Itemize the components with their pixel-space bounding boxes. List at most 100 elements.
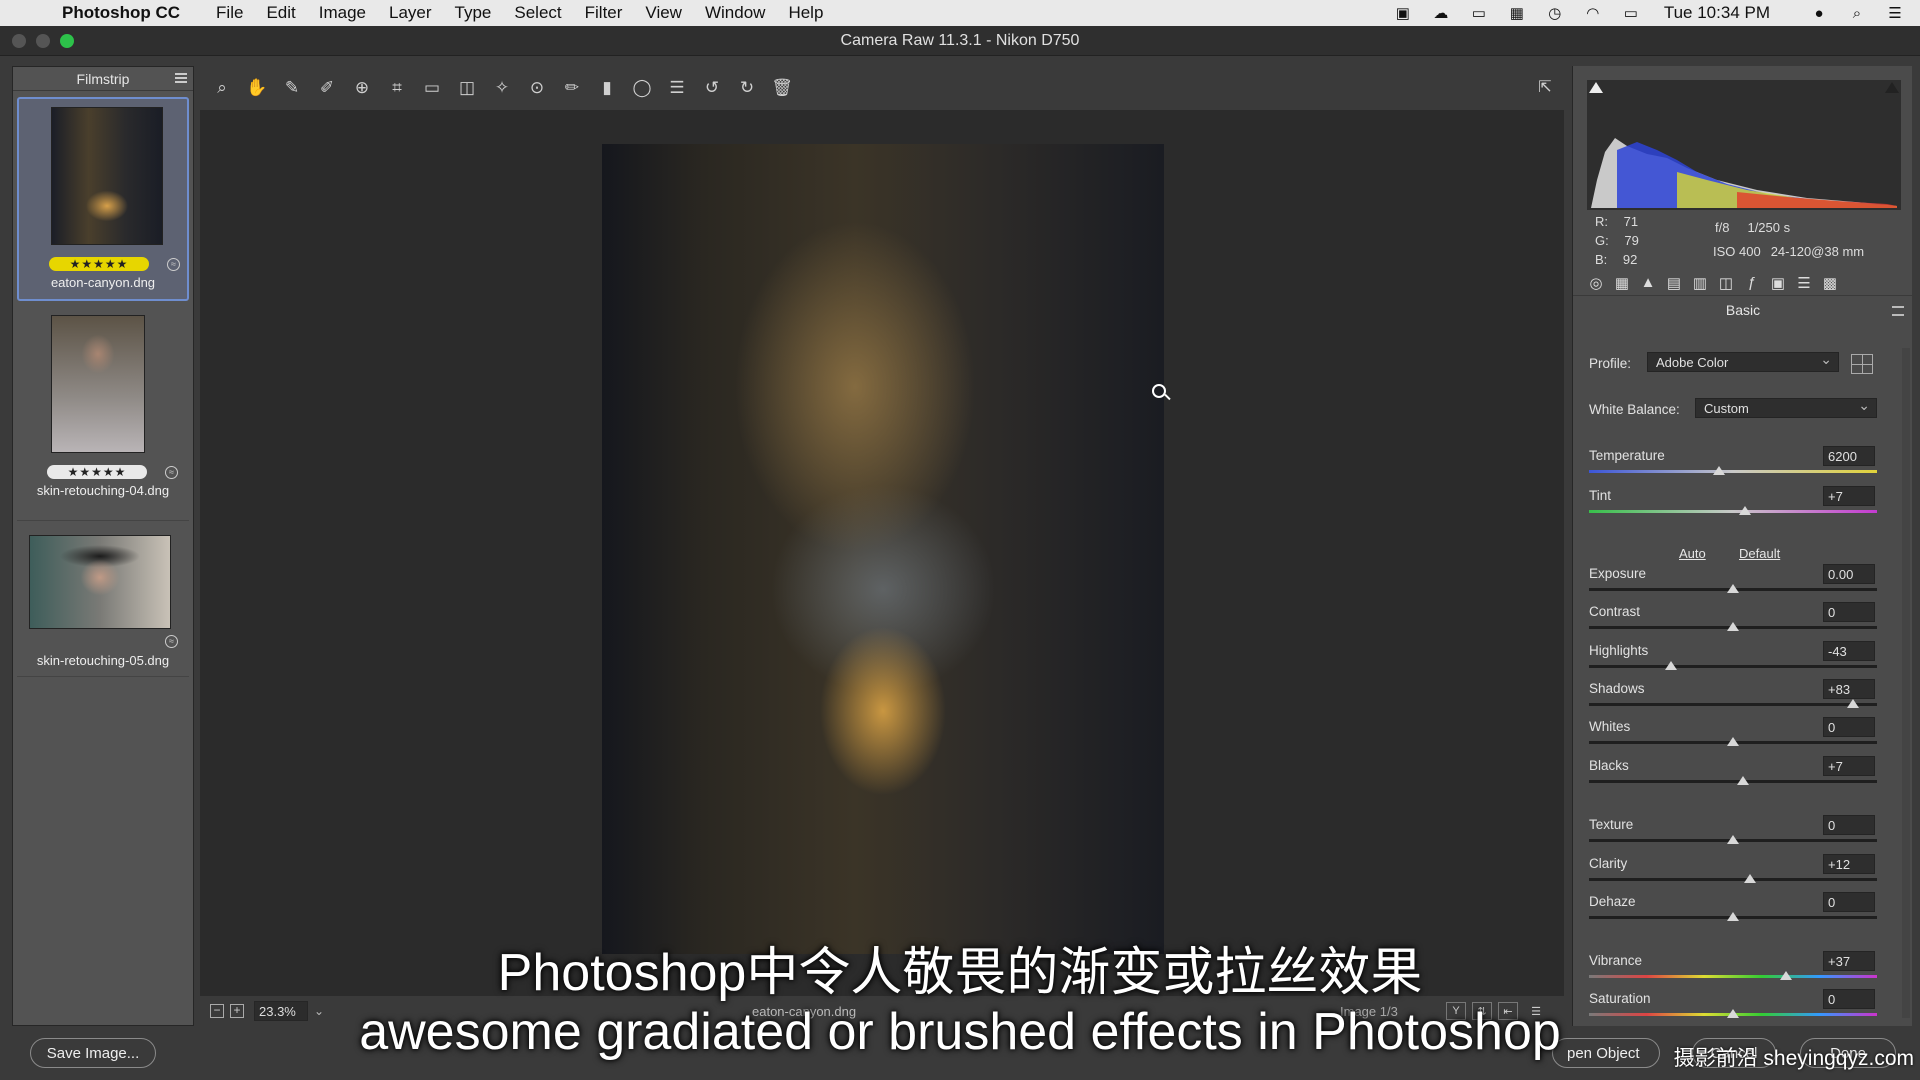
contrast-slider-thumb[interactable]: [1727, 622, 1739, 631]
shadows-value-field[interactable]: +83: [1823, 679, 1875, 699]
menu-select[interactable]: Select: [514, 3, 561, 23]
exposure-slider-thumb[interactable]: [1727, 584, 1739, 593]
default-link[interactable]: Default: [1739, 546, 1780, 561]
wifi-icon[interactable]: ◠: [1582, 4, 1604, 22]
dehaze-value-field[interactable]: 0: [1823, 892, 1875, 912]
clarity-slider-thumb[interactable]: [1744, 874, 1757, 883]
shadows-slider-track[interactable]: [1589, 703, 1877, 706]
profile-browser-icon[interactable]: [1851, 354, 1873, 374]
clarity-value-field[interactable]: +12: [1823, 854, 1875, 874]
time-machine-icon[interactable]: ◷: [1544, 4, 1566, 22]
trash-icon[interactable]: 🗑: [768, 74, 796, 102]
highlights-slider-track[interactable]: [1589, 665, 1877, 668]
photo-preview[interactable]: [602, 144, 1164, 954]
menu-edit[interactable]: Edit: [266, 3, 295, 23]
spotlight-search-icon[interactable]: ⌕: [1846, 4, 1868, 22]
radial-filter-icon[interactable]: ◯: [628, 74, 656, 102]
temperature-slider-thumb[interactable]: [1712, 466, 1725, 475]
red-eye-tool-icon[interactable]: ⊙: [523, 74, 551, 102]
exposure-value-field[interactable]: 0.00: [1823, 564, 1875, 584]
iso-value: ISO 400: [1713, 244, 1761, 259]
whites-slider-thumb[interactable]: [1727, 737, 1739, 746]
transform-tool-icon[interactable]: ◫: [453, 74, 481, 102]
menu-window[interactable]: Window: [705, 3, 765, 23]
highlights-value-field[interactable]: -43: [1823, 641, 1875, 661]
white-balance-tool-icon[interactable]: ✎: [278, 74, 306, 102]
menu-view[interactable]: View: [645, 3, 682, 23]
panel-scrollbar[interactable]: [1902, 348, 1910, 1018]
menu-layer[interactable]: Layer: [389, 3, 432, 23]
apple-icon[interactable]: [24, 2, 46, 24]
tint-slider-thumb[interactable]: [1738, 506, 1751, 515]
crop-tool-icon[interactable]: ⌗: [383, 74, 411, 102]
preferences-icon[interactable]: ☰: [663, 74, 691, 102]
creative-cloud-icon[interactable]: ☁: [1430, 4, 1452, 22]
menu-file[interactable]: File: [216, 3, 243, 23]
rotate-cw-icon[interactable]: ↻: [733, 74, 761, 102]
texture-slider-thumb[interactable]: [1727, 835, 1739, 844]
white-balance-dropdown[interactable]: Custom: [1695, 397, 1877, 418]
color-sampler-tool-icon[interactable]: ✐: [313, 74, 341, 102]
star-rating[interactable]: ★★★★★: [49, 257, 149, 271]
auto-link[interactable]: Auto: [1679, 546, 1706, 561]
temperature-slider-track[interactable]: [1589, 470, 1877, 473]
lens-corrections-tab-icon[interactable]: ◫: [1715, 273, 1737, 293]
edited-badge-icon: ≈: [165, 466, 178, 479]
blacks-slider-track[interactable]: [1589, 780, 1877, 783]
tint-value-field[interactable]: +7: [1823, 486, 1875, 506]
battery-icon[interactable]: ▭: [1468, 4, 1490, 22]
basic-tab-icon[interactable]: ◎: [1585, 273, 1607, 293]
menu-app-name[interactable]: Photoshop CC: [62, 3, 180, 23]
zoom-tool-icon[interactable]: ⌕: [208, 74, 236, 102]
spot-removal-tool-icon[interactable]: ✧: [488, 74, 516, 102]
zoom-window-button[interactable]: [60, 34, 74, 48]
whites-value-field[interactable]: 0: [1823, 717, 1875, 737]
blacks-slider-thumb[interactable]: [1737, 776, 1750, 785]
tint-slider-track[interactable]: [1589, 510, 1877, 513]
notification-center-icon[interactable]: ☰: [1884, 4, 1906, 22]
tone-curve-tab-icon[interactable]: ▦: [1611, 273, 1633, 293]
filmstrip-item[interactable]: ≈ skin-retouching-05.dng: [17, 527, 189, 677]
profile-dropdown[interactable]: Adobe Color: [1647, 351, 1839, 372]
menu-filter[interactable]: Filter: [585, 3, 623, 23]
graduated-filter-icon[interactable]: ▮: [593, 74, 621, 102]
calibration-tab-icon[interactable]: ▣: [1767, 273, 1789, 293]
panel-menu-icon[interactable]: [1892, 306, 1904, 316]
filmstrip-menu-icon[interactable]: [175, 73, 187, 83]
menu-type[interactable]: Type: [455, 3, 492, 23]
airplay-icon[interactable]: ▭: [1620, 4, 1642, 22]
image-preview-area[interactable]: [200, 110, 1564, 996]
filmstrip-item[interactable]: ★★★★★ ≈ skin-retouching-04.dng: [17, 307, 189, 521]
contrast-value-field[interactable]: 0: [1823, 602, 1875, 622]
highlights-slider-thumb[interactable]: [1665, 661, 1678, 670]
toggle-fullscreen-icon[interactable]: ⇱: [1532, 74, 1558, 100]
snapshots-tab-icon[interactable]: ▩: [1819, 273, 1841, 293]
filmstrip-item[interactable]: ★★★★★ ≈ eaton-canyon.dng: [17, 97, 189, 301]
presets-tab-icon[interactable]: ☰: [1793, 273, 1815, 293]
star-rating[interactable]: ★★★★★: [47, 465, 147, 479]
hsl-tab-icon[interactable]: ▤: [1663, 273, 1685, 293]
menu-image[interactable]: Image: [319, 3, 366, 23]
hand-tool-icon[interactable]: ✋: [243, 74, 271, 102]
user-icon[interactable]: ●: [1808, 4, 1830, 22]
menubar-clock[interactable]: Tue 10:34 PM: [1664, 3, 1770, 23]
filmstrip-filename: skin-retouching-04.dng: [36, 483, 170, 498]
temperature-value-field[interactable]: 6200: [1823, 446, 1875, 466]
menu-help[interactable]: Help: [788, 3, 823, 23]
clarity-slider-track[interactable]: [1589, 878, 1877, 881]
effects-tab-icon[interactable]: ƒ: [1741, 273, 1763, 293]
split-toning-tab-icon[interactable]: ▥: [1689, 273, 1711, 293]
video-camera-icon[interactable]: ▣: [1392, 4, 1414, 22]
targeted-adjustment-tool-icon[interactable]: ⊕: [348, 74, 376, 102]
close-window-button[interactable]: [12, 34, 26, 48]
minimize-window-button[interactable]: [36, 34, 50, 48]
grid-app-icon[interactable]: ▦: [1506, 4, 1528, 22]
detail-tab-icon[interactable]: ▲: [1637, 273, 1659, 293]
blacks-value-field[interactable]: +7: [1823, 756, 1875, 776]
dehaze-slider-thumb[interactable]: [1727, 912, 1739, 921]
adjustment-brush-icon[interactable]: ✏: [558, 74, 586, 102]
shadows-slider-thumb[interactable]: [1846, 699, 1859, 708]
texture-value-field[interactable]: 0: [1823, 815, 1875, 835]
rotate-ccw-icon[interactable]: ↺: [698, 74, 726, 102]
straighten-tool-icon[interactable]: ▭: [418, 74, 446, 102]
